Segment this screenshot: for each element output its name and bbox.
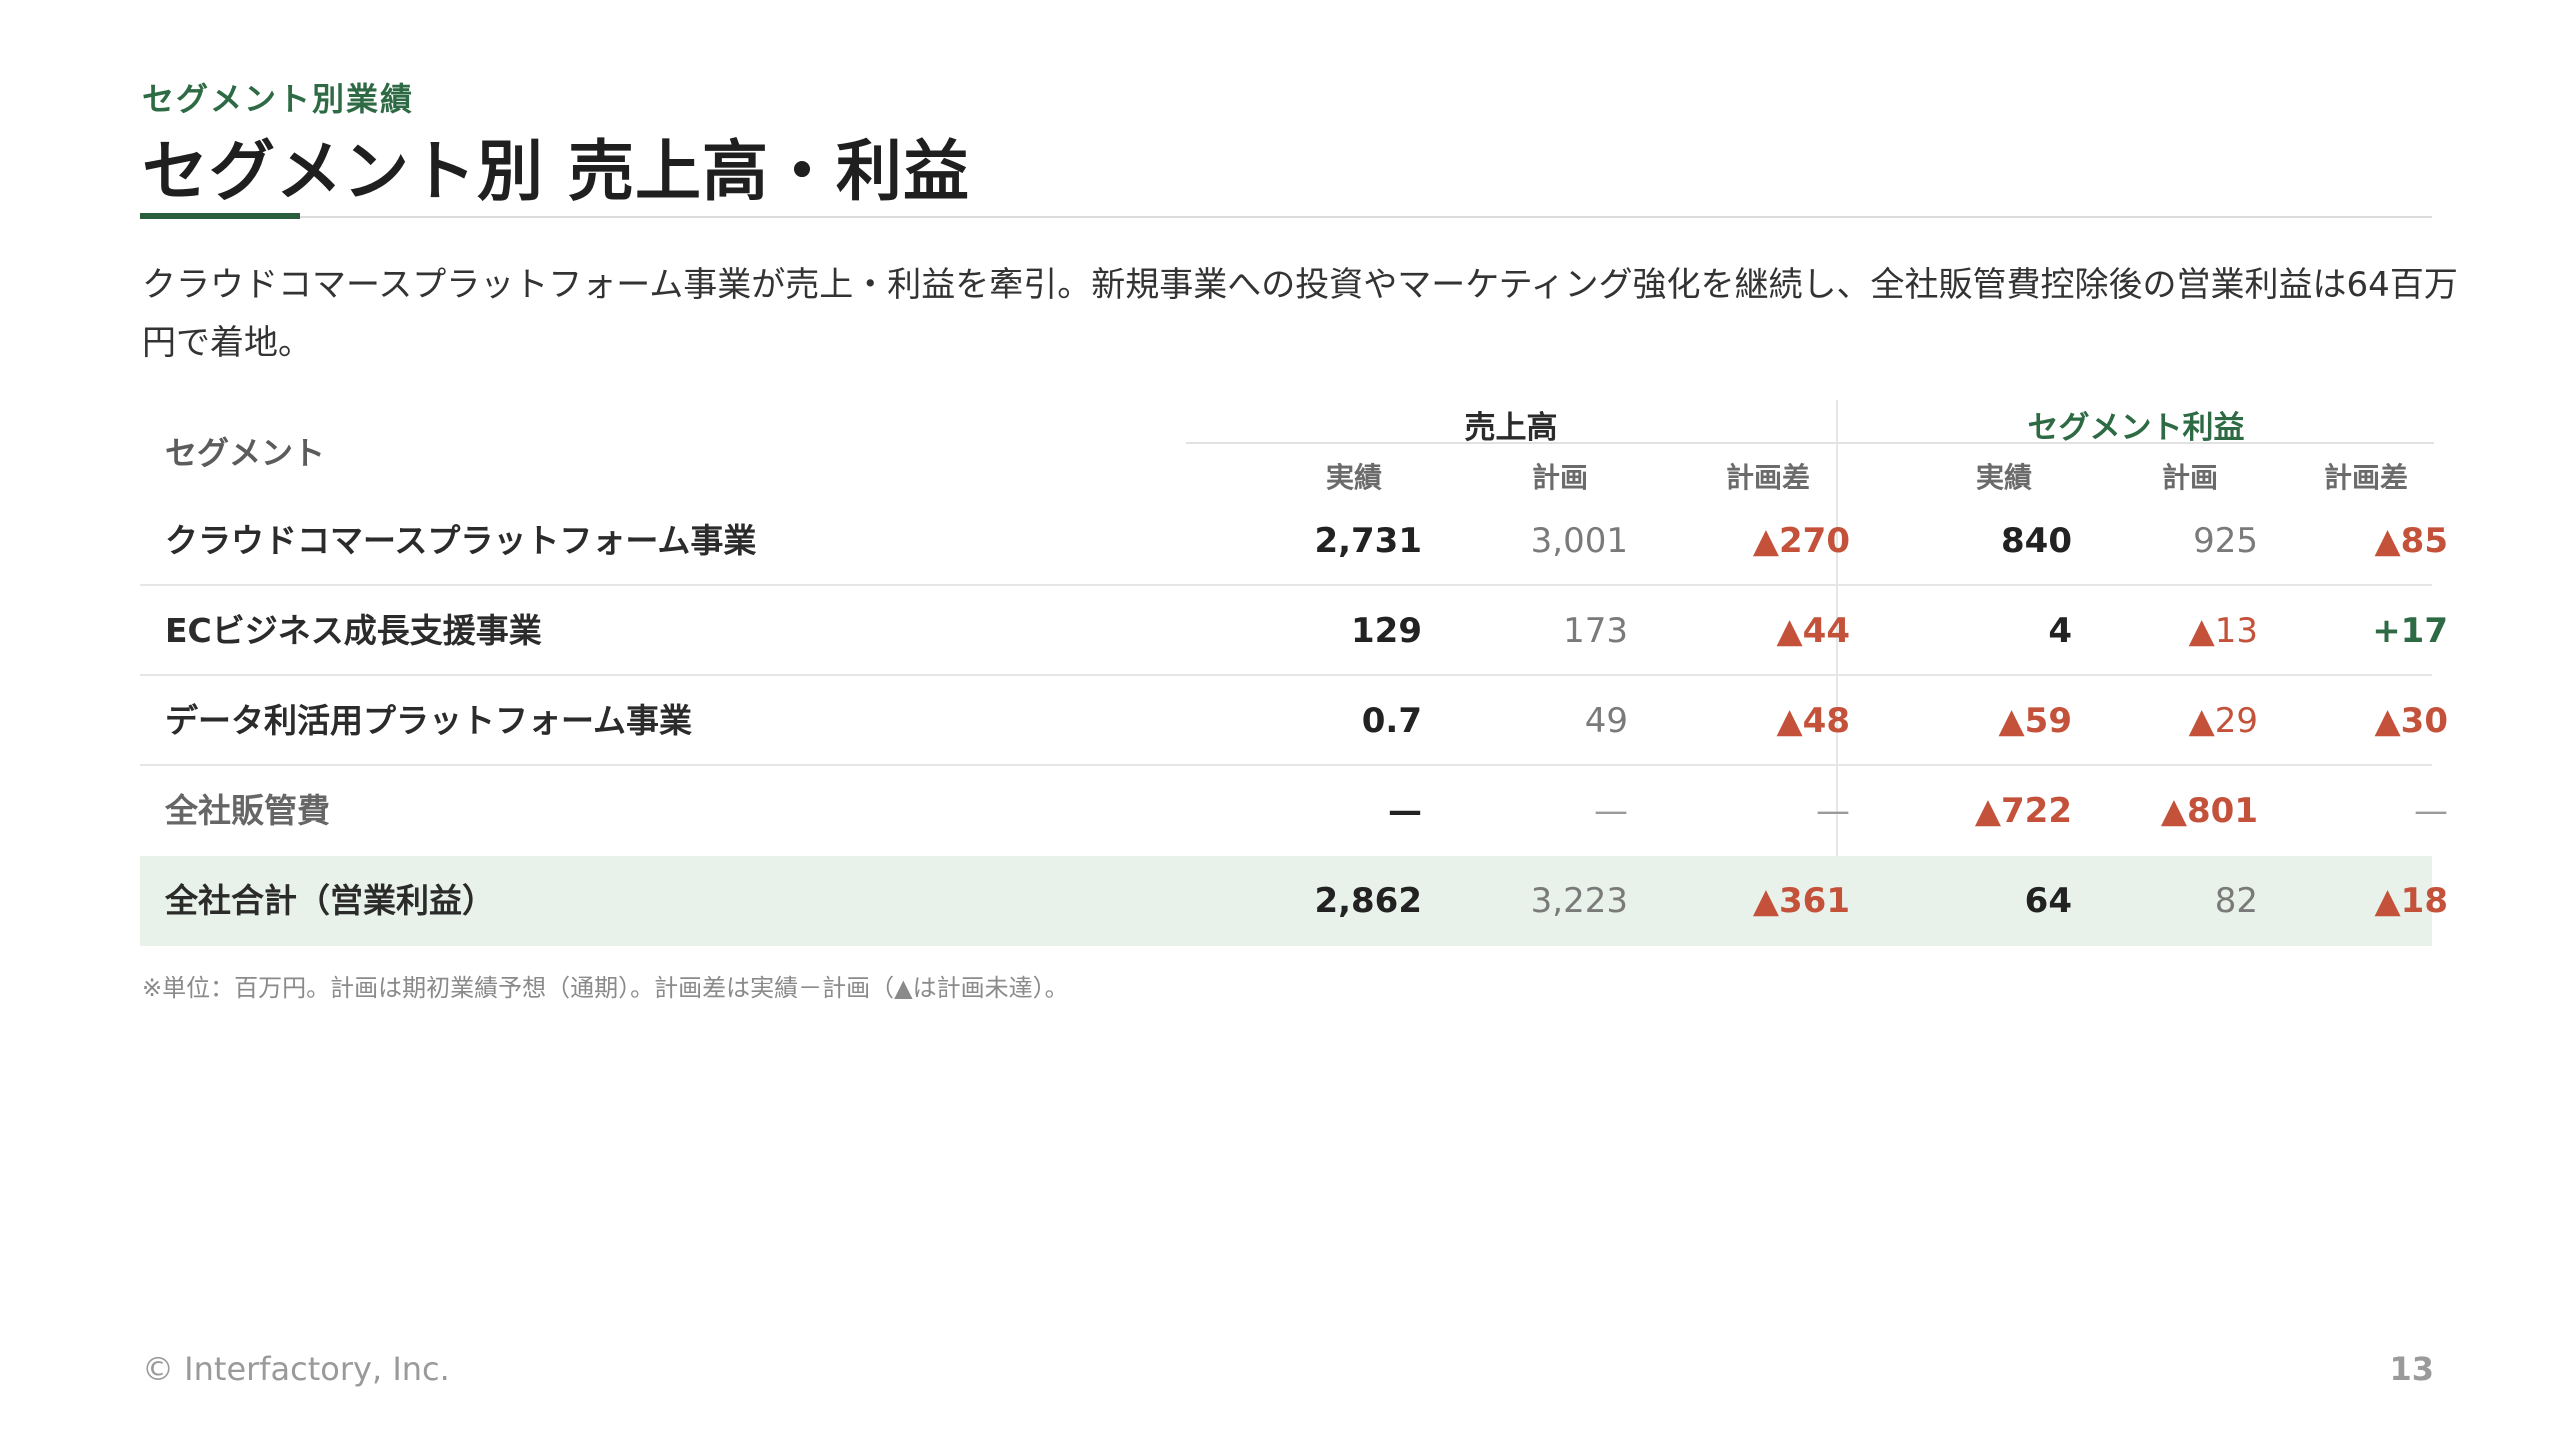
profit-plan: ▲29 (2188, 701, 2258, 741)
sales-actual: 2,731 (1314, 521, 1422, 561)
table-row: ECビジネス成長支援事業 129 173 ▲44 4 ▲13 +17 (140, 586, 2448, 676)
total-row: 全社合計（営業利益） 2,862 3,223 ▲361 64 82 ▲18 (140, 856, 2448, 946)
sales-actual: 0.7 (1361, 701, 1422, 741)
profit-plan: ▲13 (2188, 611, 2258, 651)
row-label: 全社合計（営業利益） (165, 881, 495, 920)
sub-header-profit-plan: 計画 (2161, 461, 2218, 494)
sales-diff: ▲44 (1776, 611, 1850, 651)
profit-plan: 925 (2193, 521, 2258, 561)
sales-actual: 2,862 (1314, 881, 1422, 921)
profit-actual: 840 (2001, 521, 2072, 561)
row-label: データ利活用プラットフォーム事業 (165, 701, 693, 740)
table-footnote: ※単位：百万円。計画は期初業績予想（通期）。計画差は実績－計画（▲は計画未達）。 (142, 974, 1069, 1002)
sales-plan: 3,223 (1530, 881, 1628, 921)
segment-column-header: セグメント (165, 434, 326, 472)
sub-header-profit-diff: 計画差 (2323, 461, 2408, 494)
sub-header-sales-plan: 計画 (1531, 461, 1588, 494)
profit-diff: +17 (2372, 611, 2448, 651)
profit-plan: ▲801 (2160, 791, 2258, 831)
profit-diff: ▲85 (2374, 521, 2448, 561)
page-number: 13 (2389, 1350, 2434, 1388)
table-row: 全社販管費 — — — ▲722 ▲801 — (140, 766, 2448, 856)
profit-actual: ▲59 (1998, 701, 2072, 741)
profit-diff: ▲30 (2374, 701, 2448, 741)
profit-group-header: セグメント利益 (2027, 410, 2245, 446)
profit-actual: ▲722 (1974, 791, 2072, 831)
sub-header-sales-diff: 計画差 (1725, 461, 1810, 494)
sales-actual: — (1388, 791, 1422, 831)
profit-group-underline (1838, 442, 2434, 444)
table-row: データ利活用プラットフォーム事業 0.7 49 ▲48 ▲59 ▲29 ▲30 (140, 676, 2448, 766)
profit-plan: 82 (2214, 881, 2258, 921)
title-divider (140, 216, 2432, 218)
title-accent-bar (140, 213, 300, 219)
sub-header-sales-actual: 実績 (1325, 461, 1382, 494)
profit-diff: ▲18 (2374, 881, 2448, 921)
sales-diff: — (1816, 791, 1850, 831)
row-label: 全社販管費 (165, 791, 330, 830)
sales-diff: ▲48 (1776, 701, 1850, 741)
row-label: ECビジネス成長支援事業 (165, 611, 542, 650)
sales-plan: 173 (1563, 611, 1628, 651)
sub-header-profit-actual: 実績 (1975, 461, 2032, 494)
sales-plan: — (1594, 791, 1628, 831)
slide: セグメント別業績 セグメント別 売上高・利益 クラウドコマースプラットフォーム事… (0, 0, 2560, 1440)
table-row: クラウドコマースプラットフォーム事業 2,731 3,001 ▲270 840 … (140, 496, 2448, 586)
profit-actual: 4 (2048, 611, 2072, 651)
profit-actual: 64 (2024, 881, 2072, 921)
sales-actual: 129 (1351, 611, 1422, 651)
copyright: © Interfactory, Inc. (142, 1350, 450, 1388)
profit-diff: — (2414, 791, 2448, 831)
lead-paragraph: クラウドコマースプラットフォーム事業が売上・利益を牽引。新規事業への投資やマーケ… (142, 265, 2458, 363)
page-title: セグメント別 売上高・利益 (142, 133, 970, 210)
sales-group-underline (1186, 442, 1836, 444)
sales-plan: 49 (1584, 701, 1628, 741)
sales-diff: ▲270 (1752, 521, 1850, 561)
row-label: クラウドコマースプラットフォーム事業 (165, 521, 757, 560)
sales-group-header: 売上高 (1464, 410, 1558, 446)
sales-diff: ▲361 (1752, 881, 1850, 921)
section-eyebrow: セグメント別業績 (142, 80, 415, 118)
sales-plan: 3,001 (1530, 521, 1628, 561)
